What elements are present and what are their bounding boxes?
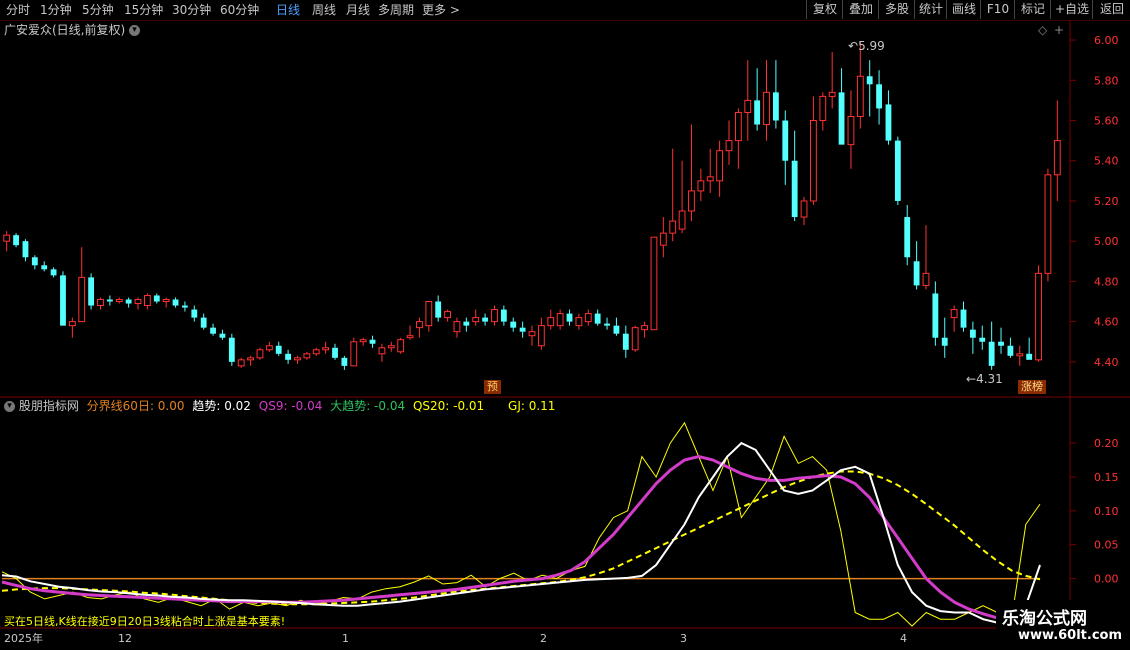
indicator-header: ▾ 股朋指标网 分界线60日: 0.00 趋势: 0.02 QS9: -0.04… xyxy=(4,398,555,414)
indicator-trend-value: 趋势: 0.02 xyxy=(192,399,251,413)
indicator-note: 买在5日线,K线在接近9日20日3线粘合时上涨是基本要素! xyxy=(4,615,286,628)
month-label: 4 xyxy=(900,632,907,645)
month-label: 2 xyxy=(540,632,547,645)
indicator-qs9-value: QS9: -0.04 xyxy=(258,399,323,413)
indicator-chart[interactable]: 0.200.150.100.050.00-0.05 xyxy=(0,0,1130,650)
indicator-major-trend-value: 大趋势: -0.04 xyxy=(330,399,406,413)
low-price-label: ←4.31 xyxy=(966,372,1003,386)
watermark-title: 乐淘公式网 xyxy=(1002,609,1087,629)
diamond-icon[interactable]: ◇ xyxy=(1038,22,1047,38)
arrow-left-icon: ← xyxy=(966,372,977,386)
indicator-gj-value: GJ: 0.11 xyxy=(508,399,556,413)
month-label: 1 xyxy=(342,632,349,645)
limit-up-badge[interactable]: 涨榜 xyxy=(1018,380,1046,394)
chevron-down-icon[interactable]: ▾ xyxy=(4,401,15,412)
year-label: 2025年 xyxy=(4,632,43,645)
indicator-divider-value: 分界线60日: 0.00 xyxy=(86,399,185,413)
watermark-url: www.60lt.com xyxy=(1018,628,1123,643)
month-label: 3 xyxy=(680,632,687,645)
watermark: 乐淘公式网 www.60lt.com xyxy=(996,600,1130,650)
indicator-qs20-value: QS20: -0.01 xyxy=(412,399,485,413)
indicator-axis-label: 0.15 xyxy=(1094,471,1119,484)
stock-title-row: 广安爱众(日线,前复权) ▾ xyxy=(4,22,141,38)
arrow-left-icon: ↶ xyxy=(848,39,859,53)
pre-badge[interactable]: 预 xyxy=(484,380,501,394)
indicator-axis-label: 0.05 xyxy=(1094,539,1119,552)
indicator-axis-label: 0.10 xyxy=(1094,505,1119,518)
indicator-name: 股朋指标网 xyxy=(18,399,79,413)
indicator-axis-label: 0.20 xyxy=(1094,437,1119,450)
chevron-down-icon[interactable]: ▾ xyxy=(129,25,141,36)
plus-icon[interactable]: + xyxy=(1054,22,1064,38)
month-label: 12 xyxy=(118,632,132,645)
high-price-label: ↶5.99 xyxy=(848,39,885,53)
indicator-axis-label: 0.00 xyxy=(1094,573,1119,586)
stock-title: 广安爱众(日线,前复权) xyxy=(4,23,126,37)
series-line-大趋势 xyxy=(1,470,1041,606)
